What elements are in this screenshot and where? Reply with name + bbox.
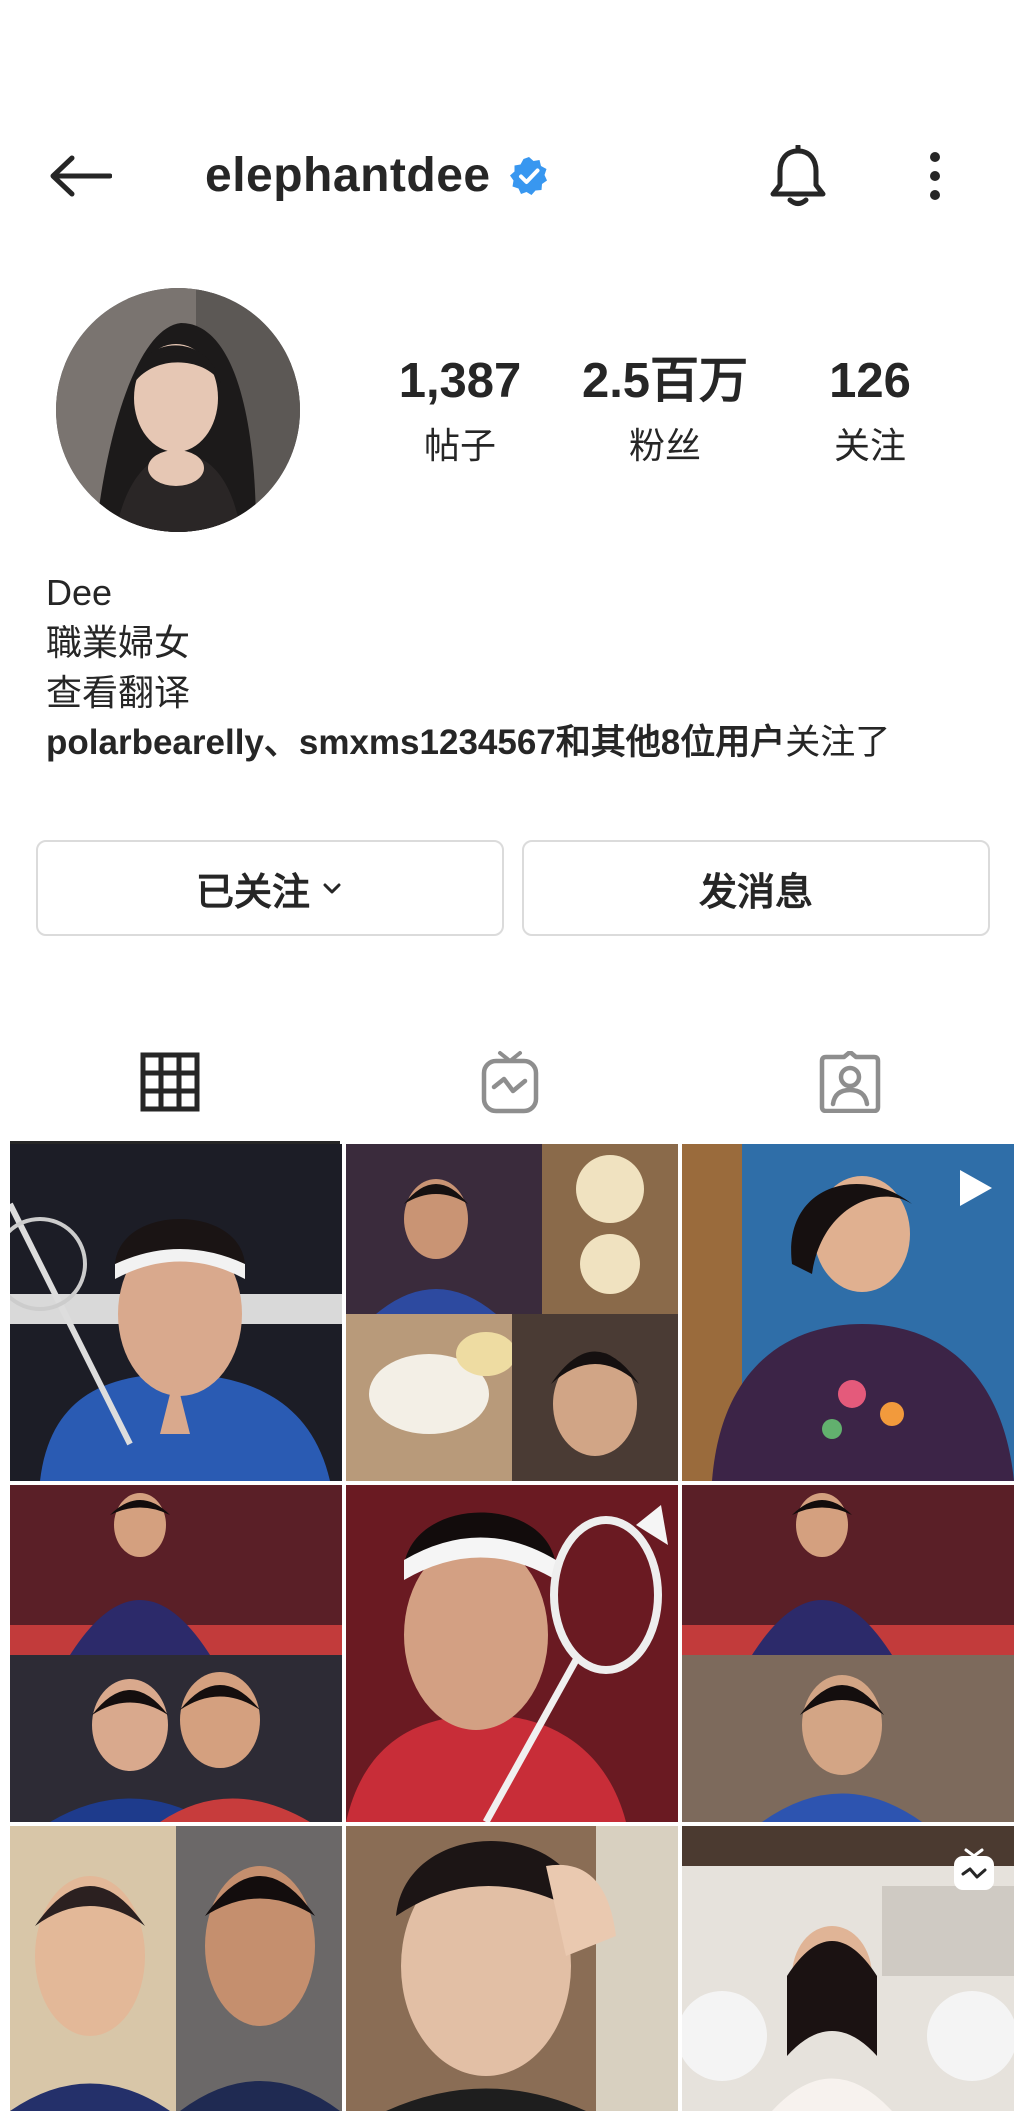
more-options-button[interactable] xyxy=(905,140,965,212)
profile-stats: 1,387 帖子 2.5百万 粉丝 126 关注 xyxy=(360,354,960,475)
igtv-icon xyxy=(954,1848,994,1890)
tab-igtv[interactable] xyxy=(340,1020,680,1144)
igtv-icon xyxy=(481,1051,539,1114)
post-thumbnail[interactable] xyxy=(10,1826,342,2111)
notifications-button[interactable] xyxy=(762,140,834,212)
posts-count: 1,387 xyxy=(398,354,522,408)
post-thumbnail[interactable] xyxy=(10,1485,342,1822)
posts-grid xyxy=(10,1144,1014,2111)
following-button[interactable]: 已关注 xyxy=(36,840,504,936)
username-container: elephantdee xyxy=(205,148,549,203)
post-thumbnail[interactable] xyxy=(346,1826,678,2111)
posts-stat[interactable]: 1,387 帖子 xyxy=(360,354,560,469)
post-thumbnail[interactable] xyxy=(682,1144,1014,1481)
profile-bio: Dee 職業婦女 查看翻译 polarbearelly、smxms1234567… xyxy=(46,568,986,768)
post-thumbnail[interactable] xyxy=(682,1826,1014,2111)
post-image xyxy=(346,1485,678,1822)
post-thumbnail[interactable] xyxy=(682,1485,1014,1822)
post-thumbnail[interactable] xyxy=(346,1144,678,1481)
message-button[interactable]: 发消息 xyxy=(522,840,990,936)
tab-posts-grid[interactable] xyxy=(0,1020,340,1144)
following-count: 126 xyxy=(829,354,911,408)
avatar-image xyxy=(56,288,300,532)
post-image xyxy=(682,1485,1014,1822)
verified-badge-icon xyxy=(509,156,547,195)
bell-icon xyxy=(770,145,826,206)
profile-tabs xyxy=(0,1020,1024,1144)
post-image xyxy=(346,1144,678,1481)
username: elephantdee xyxy=(205,149,491,202)
post-image xyxy=(10,1485,342,1822)
back-button[interactable] xyxy=(40,146,120,206)
profile-avatar[interactable] xyxy=(56,288,300,532)
see-translation-link[interactable]: 查看翻译 xyxy=(46,668,986,718)
grid-icon xyxy=(140,1052,200,1112)
following-stat[interactable]: 126 关注 xyxy=(770,354,970,469)
post-thumbnail[interactable] xyxy=(346,1485,678,1822)
post-thumbnail[interactable] xyxy=(10,1144,342,1481)
back-arrow-icon xyxy=(50,155,112,197)
chevron-down-icon xyxy=(323,883,341,894)
message-button-label: 发消息 xyxy=(698,871,813,914)
post-image xyxy=(10,1826,342,2111)
post-image xyxy=(346,1826,678,2111)
followers-label: 粉丝 xyxy=(628,424,701,466)
following-label: 关注 xyxy=(833,424,906,466)
following-button-label: 已关注 xyxy=(195,871,310,914)
video-icon xyxy=(960,1170,992,1206)
followed-by-tail: 关注了 xyxy=(785,723,891,762)
tagged-person-icon xyxy=(819,1051,881,1113)
followers-stat[interactable]: 2.5百万 粉丝 xyxy=(565,354,765,469)
followed-by-text[interactable]: polarbearelly、smxms1234567和其他8位用户关注了 xyxy=(46,718,976,768)
followed-by-suffix: 和其他8位用户 xyxy=(555,723,786,762)
bio-description: 職業婦女 xyxy=(46,622,191,663)
tab-tagged[interactable] xyxy=(680,1020,1020,1144)
profile-name: Dee xyxy=(46,572,113,613)
post-image xyxy=(10,1144,342,1481)
followers-count: 2.5百万 xyxy=(581,354,749,408)
followed-by-users: polarbearelly、smxms1234567 xyxy=(46,723,556,762)
profile-header: elephantdee xyxy=(0,120,1024,230)
posts-label: 帖子 xyxy=(423,424,496,466)
more-vertical-icon xyxy=(930,152,940,200)
